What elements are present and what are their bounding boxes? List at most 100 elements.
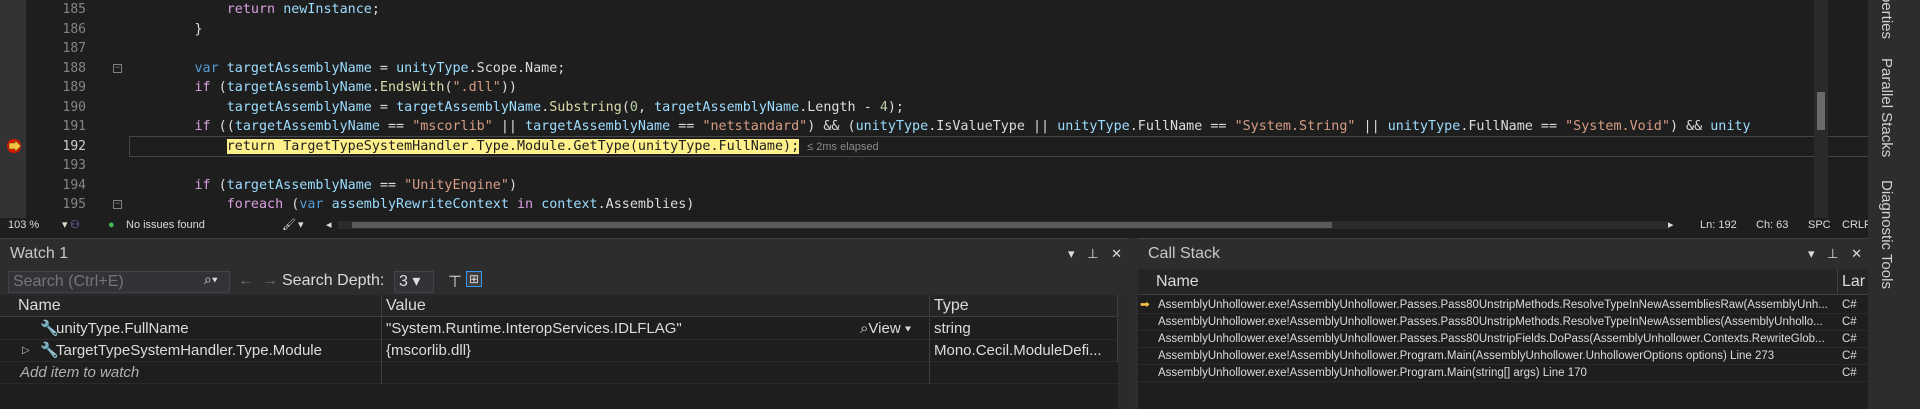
search-depth-value: 3 [399, 273, 408, 290]
editor-vertical-scrollbar[interactable] [1814, 0, 1828, 218]
call-stack-row[interactable]: AssemblyUnhollower.exe!AssemblyUnhollowe… [1138, 314, 1868, 331]
code-editor[interactable]: 185 186 187 188 189 190 191 192 193 194 195 − − re… [0, 0, 1868, 218]
forward-arrow-icon[interactable]: → [262, 272, 278, 290]
scroll-thumb[interactable] [352, 222, 1332, 228]
watch-row-value[interactable]: {mscorlib.dll} [382, 340, 930, 362]
fold-toggle-icon[interactable]: − [113, 64, 122, 73]
panel-splitter[interactable] [1128, 238, 1138, 409]
code-line[interactable]: return TargetTypeSystemHandler.Type.Modu… [129, 135, 1868, 157]
code-token: = [371, 60, 397, 76]
code-token: )) [500, 80, 517, 95]
pin-icon[interactable]: ⊥ [1087, 246, 1098, 261]
copilot-icon[interactable]: ⚇ [70, 218, 80, 232]
scroll-thumb[interactable] [1817, 92, 1825, 130]
code-line[interactable]: return newInstance; [130, 0, 1868, 20]
code-line[interactable]: foreach (var assemblyRewriteContext in c… [130, 195, 1868, 215]
code-token: ( [210, 80, 227, 95]
spacing-indicator[interactable]: SPC [1808, 218, 1831, 232]
code-token: "System.String" [1234, 119, 1356, 134]
tab-properties[interactable]: perties [1878, 0, 1895, 39]
code-token: (( [210, 119, 235, 134]
line-ending-indicator[interactable]: CRLF [1842, 218, 1871, 232]
scroll-right-icon[interactable]: ▸ [1668, 218, 1674, 232]
code-token: } [194, 21, 203, 37]
tab-diagnostic-tools[interactable]: Diagnostic Tools [1878, 180, 1895, 289]
code-token: unityType [855, 119, 929, 134]
perf-tip[interactable]: ≤ 2ms elapsed [807, 141, 878, 153]
code-line[interactable] [130, 39, 1868, 59]
watch-row-name: 🔧 unityType.FullName [14, 318, 382, 340]
call-stack-title: Call Stack [1148, 245, 1221, 262]
call-stack-row[interactable]: AssemblyUnhollower.exe!AssemblyUnhollowe… [1138, 348, 1868, 365]
call-stack-row[interactable]: AssemblyUnhollower.exe!AssemblyUnhollowe… [1138, 365, 1868, 382]
call-stack-row[interactable]: ➡ AssemblyUnhollower.exe!AssemblyUnhollow… [1138, 297, 1868, 314]
code-token: "mscorlib" [412, 119, 493, 134]
zoom-dropdown-icon[interactable]: ▾ [62, 218, 68, 232]
code-lines[interactable]: return newInstance; } var targetAssembly… [129, 0, 1868, 215]
panel-menu-icon[interactable]: ▾ [1808, 246, 1815, 261]
zoom-level[interactable]: 103 % [8, 218, 39, 232]
code-token: EndsWith [379, 80, 445, 95]
call-stack-grid-header: Name Lar [1138, 269, 1868, 295]
column-indicator[interactable]: Ch: 63 [1756, 218, 1788, 232]
col-name[interactable]: Name [14, 295, 382, 317]
add-item-placeholder[interactable]: Add item to watch [14, 362, 382, 384]
code-token: if [194, 80, 211, 95]
code-line[interactable]: if ((targetAssemblyName == "mscorlib" ||… [130, 117, 1868, 137]
line-indicator[interactable]: Ln: 192 [1700, 218, 1737, 232]
cleanup-dropdown-icon[interactable]: ▾ [298, 218, 304, 232]
code-token: if [194, 177, 211, 193]
code-token: unity [1710, 119, 1751, 134]
watch-search-input[interactable] [8, 271, 230, 293]
code-line[interactable]: if (targetAssemblyName.EndsWith(".dll")) [130, 78, 1868, 98]
search-icon[interactable]: ⌕▾ [204, 271, 218, 288]
scroll-left-icon[interactable]: ◂ [326, 218, 332, 232]
code-token: targetAssemblyName [226, 177, 372, 193]
watch-row-value[interactable]: "System.Runtime.InteropServices.IDLFLAG"… [382, 318, 930, 340]
line-number: 192 [62, 138, 86, 154]
code-token: targetAssemblyName [396, 99, 542, 115]
code-line[interactable]: if (targetAssemblyName == "UnityEngine") [130, 176, 1868, 196]
pin-icon[interactable]: ⊥ [1827, 246, 1838, 261]
close-icon[interactable]: ✕ [1851, 246, 1862, 261]
empty-cell [382, 362, 930, 384]
watch-row[interactable]: ▷ 🔧 TargetTypeSystemHandler.Type.Module … [0, 340, 1118, 362]
pin-hex-icon[interactable]: ⊤ [448, 272, 462, 292]
editor-horizontal-scrollbar[interactable] [338, 221, 1668, 229]
search-depth-select[interactable]: 3 ▾ [394, 271, 434, 293]
code-token: targetAssemblyName [226, 60, 372, 76]
code-line[interactable] [130, 156, 1868, 176]
code-token: . [371, 80, 380, 95]
code-token: in [517, 197, 534, 212]
line-number: 195 [62, 197, 86, 212]
hex-display-icon[interactable]: ⊞ [466, 271, 483, 287]
code-token: targetAssemblyName [234, 119, 380, 134]
call-stack-title-bar: Call Stack ▾ ⊥ ✕ [1138, 239, 1868, 269]
add-watch-row[interactable]: Add item to watch [0, 362, 1118, 384]
cleanup-brush-icon[interactable]: 🖌 [282, 218, 296, 232]
fold-toggle-icon[interactable]: − [113, 200, 122, 209]
watch-vertical-scrollbar[interactable] [1118, 295, 1128, 409]
close-icon[interactable]: ✕ [1111, 246, 1122, 261]
code-line[interactable]: targetAssemblyName = targetAssemblyName.… [130, 98, 1868, 118]
code-line[interactable]: } [130, 20, 1868, 40]
col-value[interactable]: Value [382, 295, 930, 317]
watch-panel: Watch 1 ▾ ⊥ ✕ ⌕▾ ← → Search Depth: 3 ▾ ⊤… [0, 238, 1128, 409]
code-token: Substring [549, 99, 622, 115]
watch-row[interactable]: 🔧 unityType.FullName "System.Runtime.Int… [0, 318, 1118, 340]
view-visualizer-button[interactable]: ⌕View ▾ [860, 318, 911, 340]
code-line[interactable]: var targetAssemblyName = unityType.Scope… [130, 59, 1868, 79]
col-name[interactable]: Name [1152, 269, 1838, 295]
code-token: var [194, 60, 219, 76]
back-arrow-icon[interactable]: ← [238, 272, 254, 290]
panel-menu-icon[interactable]: ▾ [1068, 246, 1075, 261]
line-numbers: 185 186 187 188 189 190 191 192 193 194 195 [26, 0, 86, 215]
breakpoint-gutter[interactable] [0, 0, 26, 218]
col-language[interactable]: Lar [1838, 269, 1868, 295]
issues-status[interactable]: No issues found [126, 218, 205, 232]
expand-arrow-icon[interactable]: ▷ [22, 340, 30, 362]
tab-parallel-stacks[interactable]: Parallel Stacks [1878, 58, 1895, 157]
call-stack-row[interactable]: AssemblyUnhollower.exe!AssemblyUnhollowe… [1138, 331, 1868, 348]
col-type[interactable]: Type [930, 295, 1118, 317]
